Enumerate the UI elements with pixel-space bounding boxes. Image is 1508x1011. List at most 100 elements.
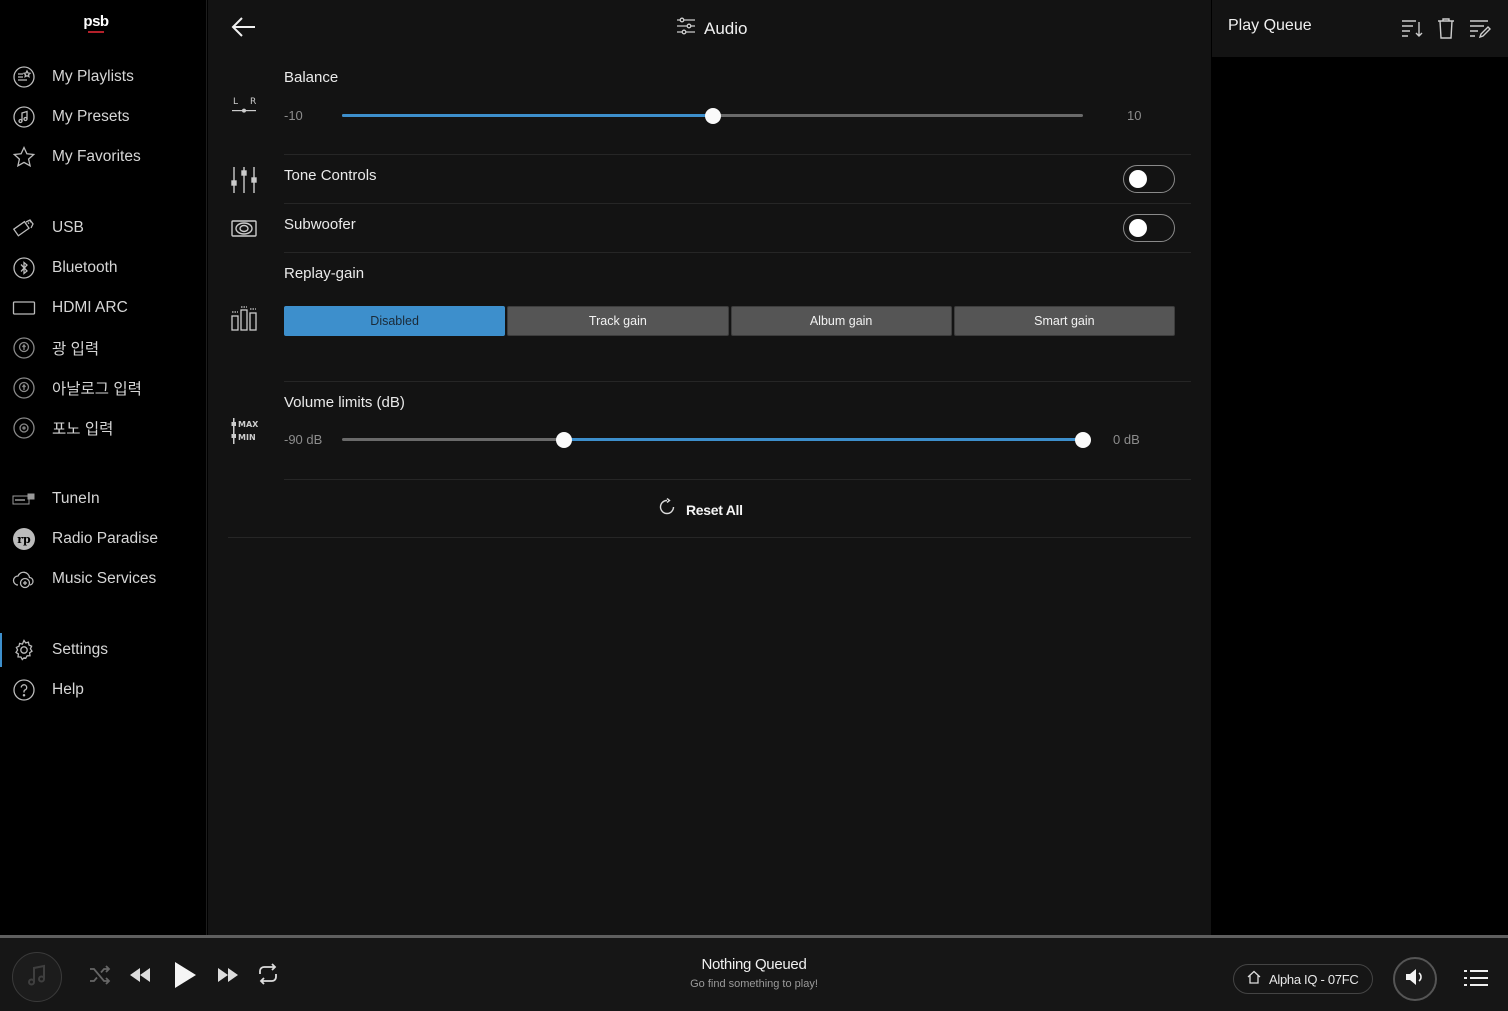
shuffle-button[interactable] xyxy=(88,964,112,990)
hdmi-icon xyxy=(12,296,36,320)
psb-logo: psb xyxy=(82,14,110,36)
sidebar-item-music-services[interactable]: Music Services xyxy=(0,561,207,597)
sidebar-item-phono-input[interactable]: 포노 입력 xyxy=(0,410,207,446)
sidebar-item-label: USB xyxy=(52,219,84,236)
sidebar-item-label: My Presets xyxy=(52,108,130,125)
divider xyxy=(284,252,1191,253)
replay-gain-option-album[interactable]: Album gain xyxy=(730,306,952,336)
sidebar-item-tunein[interactable]: TuneIn xyxy=(0,481,207,517)
svg-text:rp: rp xyxy=(17,533,31,546)
volume-limit-high-knob[interactable] xyxy=(1075,432,1091,448)
balance-label: Balance xyxy=(284,69,339,86)
sidebar-item-usb[interactable]: USB xyxy=(0,210,207,246)
next-button[interactable] xyxy=(216,966,240,988)
sidebar-item-my-playlists[interactable]: My Playlists xyxy=(0,59,207,95)
volume-button[interactable] xyxy=(1393,957,1437,1001)
sidebar-item-label: Music Services xyxy=(52,570,157,587)
subwoofer-label: Subwoofer xyxy=(284,216,356,233)
menu-button[interactable] xyxy=(1464,968,1488,988)
svg-text:R: R xyxy=(250,97,256,107)
balance-slider-fill xyxy=(342,114,713,117)
back-button[interactable] xyxy=(230,14,258,40)
tunein-icon xyxy=(12,487,36,511)
divider xyxy=(228,537,1191,538)
sidebar-item-hdmi-arc[interactable]: HDMI ARC xyxy=(0,290,207,326)
device-name: Alpha IQ - 07FC xyxy=(1269,971,1359,987)
phono-input-icon xyxy=(12,416,36,440)
usb-icon xyxy=(12,216,36,240)
volume-limits-label: Volume limits (dB) xyxy=(284,394,405,411)
header-bar: Audio xyxy=(208,0,1211,54)
sidebar-item-help[interactable]: Help xyxy=(0,672,207,708)
rewind-icon xyxy=(129,967,151,988)
page-title-text: Audio xyxy=(704,18,748,38)
replay-gain-option-disabled[interactable]: Disabled xyxy=(284,306,506,336)
edit-queue-icon[interactable] xyxy=(1468,16,1492,40)
sidebar-item-radio-paradise[interactable]: rp Radio Paradise xyxy=(0,521,207,557)
sidebar-item-my-presets[interactable]: My Presets xyxy=(0,99,207,135)
sort-queue-icon[interactable] xyxy=(1400,16,1424,40)
sidebar-item-label: Help xyxy=(52,681,84,698)
sidebar-item-label: 아날로그 입력 xyxy=(52,381,142,398)
repeat-button[interactable] xyxy=(256,962,280,988)
divider xyxy=(284,381,1191,382)
sidebar-item-analog-input[interactable]: 아날로그 입력 xyxy=(0,370,207,406)
fast-forward-icon xyxy=(217,967,239,988)
star-icon xyxy=(12,145,36,169)
subwoofer-toggle[interactable] xyxy=(1123,214,1175,242)
balance-slider-knob[interactable] xyxy=(704,108,721,124)
sliders-icon xyxy=(676,16,696,41)
help-icon xyxy=(12,678,36,702)
volume-limit-max-label: 0 dB xyxy=(1113,432,1140,447)
volume-limits-icon: MAX MIN xyxy=(230,416,262,444)
bluetooth-icon xyxy=(12,256,36,280)
volume-limit-min-label: -90 dB xyxy=(284,432,323,447)
svg-text:MAX: MAX xyxy=(238,420,259,429)
volume-limits-fill xyxy=(564,438,1083,441)
sidebar-item-label: Bluetooth xyxy=(52,259,118,276)
play-button[interactable] xyxy=(170,961,200,993)
play-queue-panel: Play Queue xyxy=(1212,0,1508,935)
home-icon xyxy=(1247,970,1261,989)
sidebar-item-label: 광 입력 xyxy=(52,341,100,358)
replay-gain-option-smart[interactable]: Smart gain xyxy=(953,306,1175,336)
sidebar-item-optical-input[interactable]: 광 입력 xyxy=(0,330,207,366)
sidebar: psb My Playlists My Presets My Favorites… xyxy=(0,0,207,935)
sidebar-item-label: Settings xyxy=(52,641,109,658)
refresh-icon xyxy=(658,497,676,521)
sidebar-item-label: My Playlists xyxy=(52,68,134,85)
sidebar-item-my-favorites[interactable]: My Favorites xyxy=(0,139,207,175)
reset-all-button[interactable]: Reset All xyxy=(658,497,743,521)
play-icon xyxy=(173,960,197,995)
replay-gain-option-track[interactable]: Track gain xyxy=(507,306,729,336)
speaker-icon xyxy=(1404,966,1426,993)
radio-paradise-icon: rp xyxy=(12,527,36,551)
now-playing-info: Nothing Queued Go find something to play… xyxy=(604,956,904,990)
play-queue-header: Play Queue xyxy=(1212,0,1508,57)
volume-limit-low-knob[interactable] xyxy=(556,432,573,448)
trash-icon[interactable] xyxy=(1434,16,1458,40)
tone-controls-toggle[interactable] xyxy=(1123,165,1175,193)
divider xyxy=(284,154,1191,155)
replay-gain-icon xyxy=(230,306,258,334)
reset-all-label: Reset All xyxy=(686,501,743,518)
now-playing-title: Nothing Queued xyxy=(701,956,807,973)
now-playing-subtitle: Go find something to play! xyxy=(690,978,818,990)
sidebar-item-bluetooth[interactable]: Bluetooth xyxy=(0,250,207,286)
sidebar-item-label: My Favorites xyxy=(52,148,141,165)
optical-input-icon xyxy=(12,336,36,360)
replay-gain-selector[interactable]: Disabled Track gain Album gain Smart gai… xyxy=(284,306,1175,336)
sidebar-item-label: Radio Paradise xyxy=(52,530,158,547)
tone-controls-label: Tone Controls xyxy=(284,167,377,184)
device-selector-button[interactable]: Alpha IQ - 07FC xyxy=(1233,964,1373,994)
album-art-placeholder xyxy=(12,952,62,1002)
replay-gain-label: Replay-gain xyxy=(284,265,365,282)
sidebar-item-settings[interactable]: Settings xyxy=(0,632,207,668)
player-bar: Nothing Queued Go find something to play… xyxy=(0,935,1508,1011)
tone-controls-icon xyxy=(230,166,258,194)
music-note-icon xyxy=(26,964,48,991)
shuffle-icon xyxy=(88,964,112,990)
previous-button[interactable] xyxy=(128,966,152,988)
list-menu-icon xyxy=(1464,970,1488,992)
balance-icon: LR xyxy=(230,94,258,122)
